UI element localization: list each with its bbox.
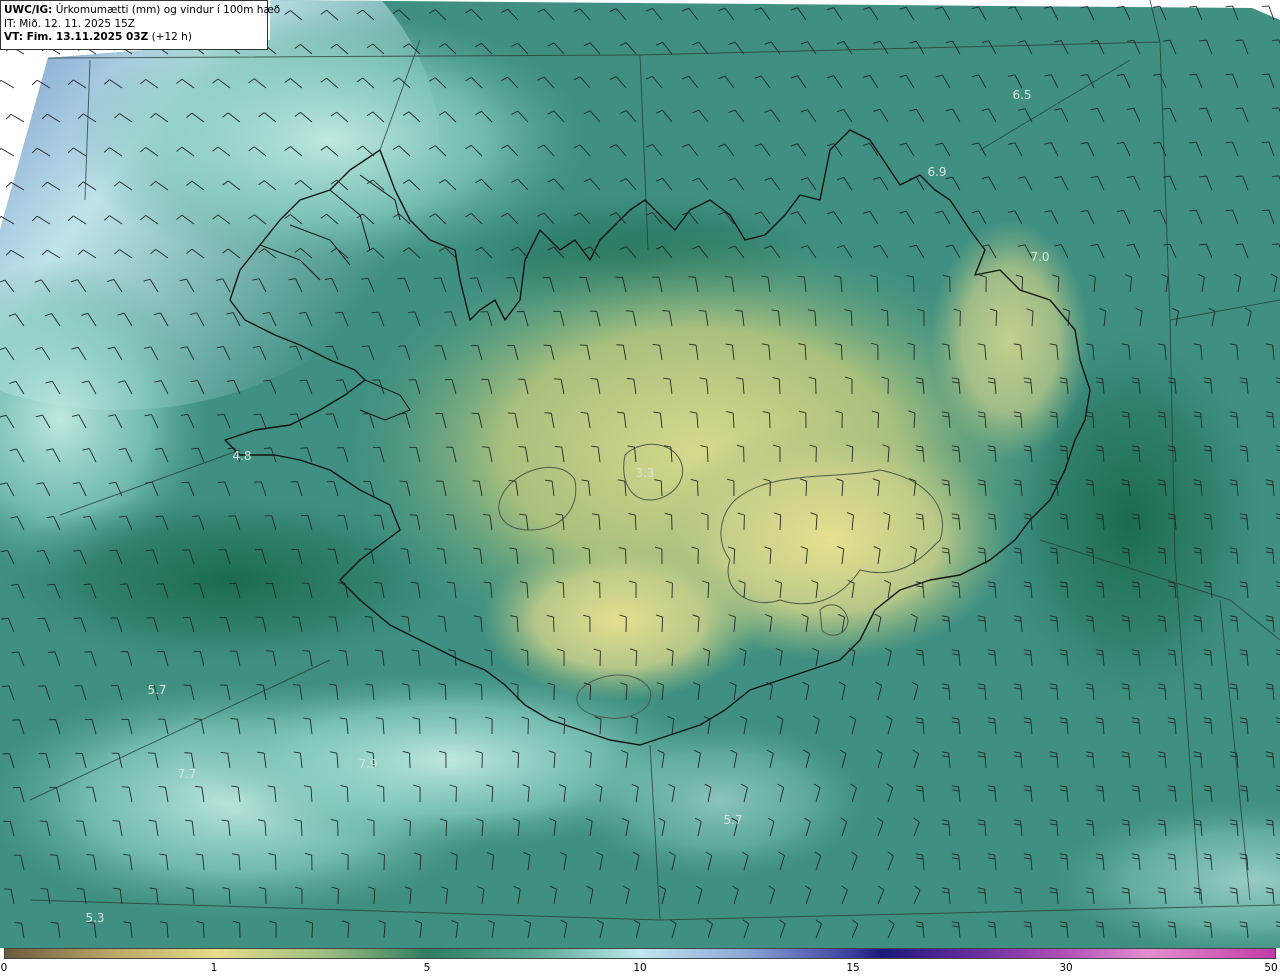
wind-barb-feather (112, 820, 120, 822)
wind-barb-feather (361, 345, 369, 348)
wind-barb (202, 922, 205, 939)
title-line: UWC/IG: Úrkomumætti (mm) og vindur í 100… (4, 4, 280, 18)
value-label: 6.5 (1012, 88, 1032, 102)
wind-barb (805, 480, 808, 497)
colorbar-tick: 1 (210, 962, 218, 974)
wind-barb-feather (472, 480, 480, 482)
wind-barb-feather (1271, 175, 1279, 177)
colorbar-tick: 5 (423, 962, 431, 974)
wind-barb-feather (1261, 141, 1269, 144)
value-label: 5.7 (147, 683, 167, 697)
wind-barb-feather (335, 379, 343, 381)
valid-time: VT: Fim. 13.11.2025 03Z (4, 31, 149, 43)
wind-barb-feather (544, 412, 552, 414)
lead-time: (+12 h) (148, 31, 192, 43)
wind-barb-feather (217, 481, 225, 483)
wind-barb (913, 276, 915, 293)
model-name: UWC/IG: (4, 4, 53, 16)
map-info-box: UWC/IG: Úrkomumætti (mm) og vindur í 100… (0, 0, 280, 50)
wind-barb-feather (1261, 73, 1269, 76)
colorbar-legend: 0 1 5 10 15 30 50 (0, 948, 1280, 978)
colorbar (4, 948, 1276, 959)
wind-barb-feather (590, 378, 598, 380)
field-description: Úrkomumætti (mm) og vindur í 100m hæð (52, 4, 281, 16)
wind-barb-feather (433, 277, 441, 280)
wind-barb-feather (446, 514, 454, 516)
colorbar-tick: 0 (0, 962, 8, 974)
wind-barb-feather (400, 548, 408, 550)
wind-barb-feather (184, 752, 192, 754)
value-label: 7.7 (177, 767, 197, 781)
value-label: 3.3 (635, 466, 655, 480)
wind-barb-feather (119, 583, 128, 585)
wind-barb-feather (289, 413, 297, 415)
wind-barb-feather (1, 685, 9, 687)
value-label: 7.9 (358, 757, 378, 771)
value-label: 4.8 (232, 449, 252, 463)
wind-barb-feather (407, 311, 415, 313)
wind-barb-feather (73, 617, 81, 619)
wind-barb-feather (1261, 209, 1269, 212)
wind-barb-feather (302, 650, 310, 652)
wind-barb-feather (40, 888, 48, 890)
wind-barb-feather (518, 446, 526, 448)
wind-barb-feather (191, 515, 199, 517)
wind-barb (877, 412, 880, 429)
wind-barb-feather (688, 276, 696, 278)
init-time: IT: Mið. 12. 11. 2025 15Z (4, 17, 135, 30)
colorbar-tick: 10 (633, 962, 647, 974)
wind-barb-feather (145, 549, 153, 551)
valid-time-line: VT: Fim. 13.11.2025 03Z (+12 h) (4, 31, 267, 45)
wind-barb-feather (1271, 107, 1279, 109)
wind-barb (841, 344, 843, 361)
wind-barb-feather (662, 310, 670, 312)
value-label: 5.7 (723, 813, 743, 827)
wind-barb-feather (1271, 243, 1279, 245)
wind-barb-feather (256, 684, 264, 686)
value-label: 6.9 (927, 165, 947, 179)
colorbar-tick: 15 (846, 962, 860, 974)
wind-barb-feather (616, 344, 624, 346)
colorbar-tick: 30 (1059, 962, 1073, 974)
value-label: 7.0 (1030, 250, 1050, 264)
wind-barb-feather (263, 447, 271, 449)
wind-barb-feather (328, 616, 336, 618)
wind-barb-feather (47, 651, 56, 653)
value-label: 5.3 (85, 911, 105, 925)
wind-barb-feather (1261, 5, 1269, 8)
wind-barb-feather (1271, 39, 1279, 41)
colorbar-tick: 50 (1264, 962, 1278, 974)
wind-barb (1021, 276, 1024, 293)
wind-barb-feather (374, 582, 382, 584)
